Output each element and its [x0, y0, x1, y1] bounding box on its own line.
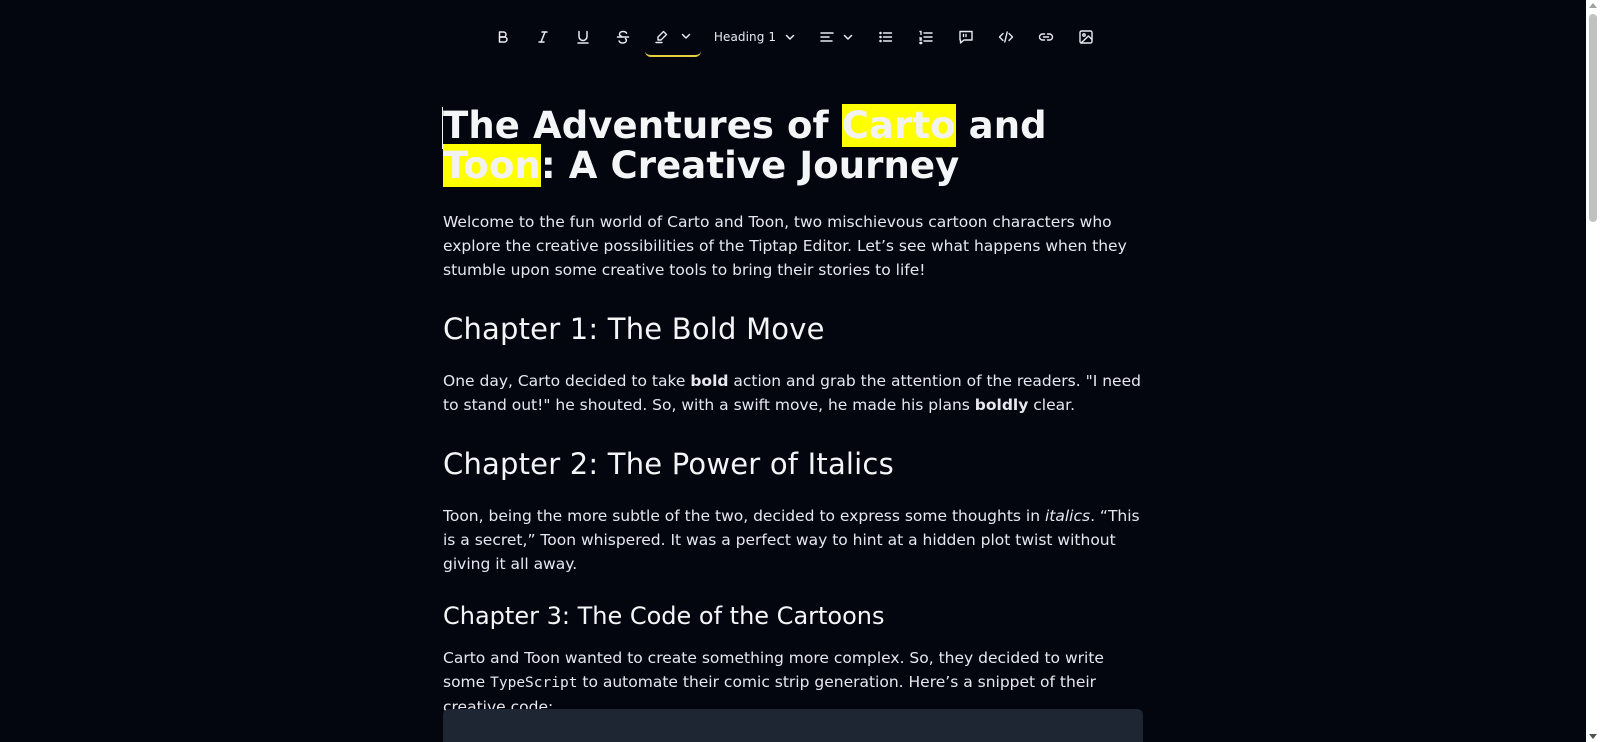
paragraph-text: clear.	[1028, 396, 1076, 414]
document-title[interactable]: The Adventures of Carto and Toon: A Crea…	[443, 100, 1143, 187]
image-button[interactable]	[1072, 17, 1100, 57]
inline-code: TypeScript	[490, 675, 578, 691]
heading-select[interactable]: Heading 1	[712, 17, 798, 57]
ordered-list-icon	[919, 30, 933, 45]
ordered-list-button[interactable]	[912, 17, 940, 57]
chapter-2-paragraph[interactable]: Toon, being the more subtle of the two, …	[443, 504, 1143, 576]
heading-select-value: Heading 1	[713, 30, 777, 44]
code-block[interactable]	[443, 709, 1143, 742]
italic-icon	[538, 31, 548, 43]
underline-button[interactable]	[569, 17, 597, 57]
editor-content[interactable]: The Adventures of Carto and Toon: A Crea…	[443, 100, 1143, 719]
highlight-button[interactable]	[645, 17, 701, 57]
chapter-1-heading[interactable]: Chapter 1: The Bold Move	[443, 311, 1143, 347]
chevron-down-icon	[843, 34, 852, 40]
italic-button[interactable]	[529, 17, 557, 57]
underline-icon	[577, 30, 589, 44]
scroll-up-arrow-icon[interactable]	[1589, 3, 1597, 8]
title-text: The Adventures of	[443, 104, 842, 147]
code-button[interactable]	[992, 17, 1020, 57]
chevron-down-icon	[785, 34, 795, 40]
blockquote-icon	[959, 30, 973, 44]
chapter-1-paragraph[interactable]: One day, Carto decided to take bold acti…	[443, 369, 1143, 417]
title-text: : A Creative Journey	[540, 144, 960, 187]
blockquote-button[interactable]	[952, 17, 980, 57]
bold-text: boldly	[974, 396, 1029, 414]
editor-app: Heading 1 The Adventures of Carto and To…	[0, 0, 1600, 742]
chevron-down-icon	[681, 33, 691, 39]
chapter-3-heading[interactable]: Chapter 3: The Code of the Cartoons	[443, 601, 1143, 631]
intro-paragraph[interactable]: Welcome to the fun world of Carto and To…	[443, 210, 1143, 282]
paragraph-text: One day, Carto decided to take	[443, 372, 691, 390]
strikethrough-icon	[616, 30, 630, 44]
align-select[interactable]	[814, 17, 858, 57]
align-left-icon	[819, 32, 834, 42]
bold-text: bold	[690, 372, 729, 390]
chapter-2-heading[interactable]: Chapter 2: The Power of Italics	[443, 446, 1143, 482]
paragraph-text: Toon, being the more subtle of the two, …	[443, 507, 1045, 525]
title-text: and	[955, 104, 1047, 147]
strikethrough-button[interactable]	[609, 17, 637, 57]
bold-button[interactable]	[489, 17, 517, 57]
italic-text: italics	[1044, 507, 1091, 525]
highlight-toon: Toon	[443, 144, 541, 187]
scrollbar-thumb[interactable]	[1589, 14, 1597, 222]
highlighter-icon	[655, 30, 668, 44]
bold-icon	[498, 31, 508, 43]
vertical-scrollbar[interactable]	[1586, 0, 1600, 742]
image-icon	[1079, 30, 1093, 44]
link-icon	[1038, 33, 1054, 41]
scroll-down-arrow-icon[interactable]	[1589, 734, 1597, 739]
bullet-list-icon	[879, 31, 893, 43]
highlight-carto: Carto	[841, 104, 956, 147]
link-button[interactable]	[1032, 17, 1060, 57]
bullet-list-button[interactable]	[872, 17, 900, 57]
code-icon	[998, 31, 1014, 43]
